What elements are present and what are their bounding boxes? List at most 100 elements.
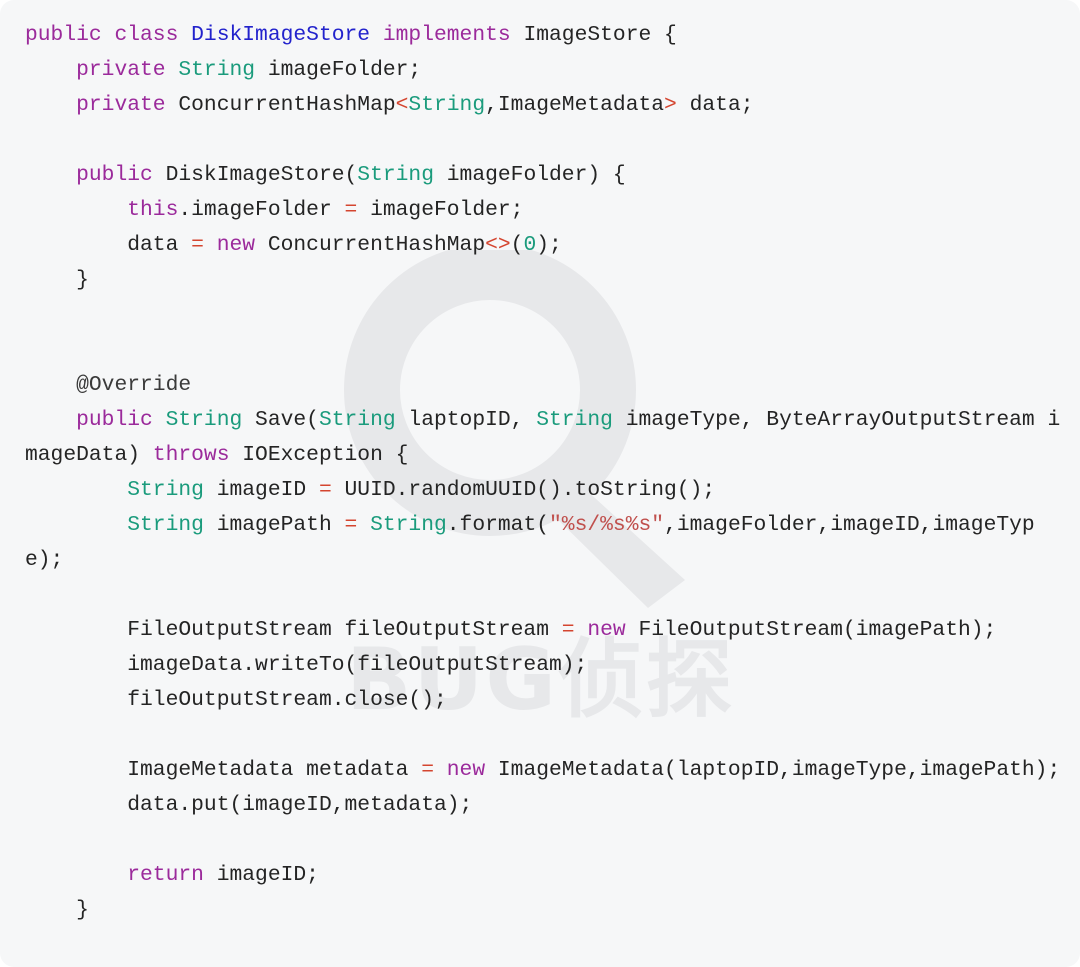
code-token: imageData.writeTo(fileOutputStream); xyxy=(127,653,588,677)
code-line: data = new ConcurrentHashMap<>(0); xyxy=(25,228,1062,263)
code-line: fileOutputStream.close(); xyxy=(25,683,1062,718)
code-token: String xyxy=(178,58,256,82)
code-token: ImageMetadata(laptopID,imageType,imagePa… xyxy=(485,758,1061,782)
code-line: ​ xyxy=(25,823,1062,858)
code-line: ​ xyxy=(25,333,1062,368)
code-token: String xyxy=(408,93,486,117)
code-token: fileOutputStream.close(); xyxy=(127,688,447,712)
code-card: BUG侦探 public class DiskImageStore implem… xyxy=(0,0,1080,967)
code-token: imageFolder) { xyxy=(433,163,626,187)
code-token: imageID xyxy=(203,478,319,502)
code-token: UUID.randomUUID().toString(); xyxy=(331,478,716,502)
code-line: ​ xyxy=(25,123,1062,158)
code-token: data; xyxy=(676,93,754,117)
code-token: return xyxy=(127,863,204,887)
code-token: imageFolder; xyxy=(255,58,422,82)
code-token: DiskImageStore( xyxy=(152,163,358,187)
code-token: ,ImageMetadata xyxy=(485,93,665,117)
code-token: String xyxy=(536,408,613,432)
code-line: this.imageFolder = imageFolder; xyxy=(25,193,1062,228)
code-token: data xyxy=(127,233,192,257)
code-token: private xyxy=(76,93,166,117)
code-token: > xyxy=(664,93,677,117)
code-block: public class DiskImageStore implements I… xyxy=(0,0,1080,967)
code-line: data.put(imageID,metadata); xyxy=(25,788,1062,823)
code-token: 0 xyxy=(523,233,537,257)
code-line: @Override xyxy=(25,368,1062,403)
code-token: .imageFolder xyxy=(178,198,345,222)
code-line: ImageMetadata metadata = new ImageMetada… xyxy=(25,753,1062,788)
code-line: public String Save(String laptopID, Stri… xyxy=(25,403,1062,473)
code-line: String imageID = UUID.randomUUID().toStr… xyxy=(25,473,1062,508)
code-token: new xyxy=(587,618,626,642)
code-line: FileOutputStream fileOutputStream = new … xyxy=(25,613,1062,648)
code-line: imageData.writeTo(fileOutputStream); xyxy=(25,648,1062,683)
code-token: = xyxy=(318,478,332,502)
code-token: .format( xyxy=(446,513,550,537)
code-token: ConcurrentHashMap xyxy=(165,93,396,117)
code-line: private String imageFolder; xyxy=(25,53,1062,88)
code-token: new xyxy=(216,233,256,257)
code-token: private xyxy=(76,58,166,82)
code-token: throws xyxy=(152,443,230,467)
code-line: ​ xyxy=(25,298,1062,333)
code-token: < xyxy=(395,93,409,117)
code-line: private ConcurrentHashMap<String,ImageMe… xyxy=(25,88,1062,123)
code-token: ImageMetadata metadata xyxy=(127,758,422,782)
code-token: String xyxy=(318,408,396,432)
code-token: DiskImageStore xyxy=(191,23,371,47)
code-token: class xyxy=(114,23,179,47)
code-line: public class DiskImageStore implements I… xyxy=(25,18,1062,53)
code-token: imagePath xyxy=(203,513,345,537)
code-token: } xyxy=(76,268,89,292)
code-screenshot: BUG侦探 public class DiskImageStore implem… xyxy=(0,0,1080,967)
code-token: public xyxy=(76,163,153,187)
code-token: String xyxy=(165,408,243,432)
code-token: Save( xyxy=(242,408,319,432)
code-token: = xyxy=(344,198,358,222)
code-line: String imagePath = String.format("%s/%s%… xyxy=(25,508,1062,578)
code-token: public xyxy=(76,408,153,432)
code-line: return imageID; xyxy=(25,858,1062,893)
code-token: FileOutputStream fileOutputStream xyxy=(127,618,562,642)
code-token: laptopID, xyxy=(395,408,537,432)
code-line: ​ xyxy=(25,578,1062,613)
code-line: ​ xyxy=(25,718,1062,753)
code-token: = xyxy=(421,758,434,782)
code-token: String xyxy=(357,163,434,187)
code-token: } xyxy=(76,898,89,922)
code-token: = xyxy=(191,233,204,257)
code-line: } xyxy=(25,963,1062,967)
code-token: implements xyxy=(382,23,511,47)
code-token: <> xyxy=(485,233,511,257)
code-token: ConcurrentHashMap xyxy=(255,233,486,257)
code-token: "%s/%s%s" xyxy=(549,513,665,537)
code-token: = xyxy=(561,618,575,642)
code-line: } xyxy=(25,263,1062,298)
code-token: IOException { xyxy=(229,443,409,467)
code-token: ImageStore { xyxy=(510,23,677,47)
